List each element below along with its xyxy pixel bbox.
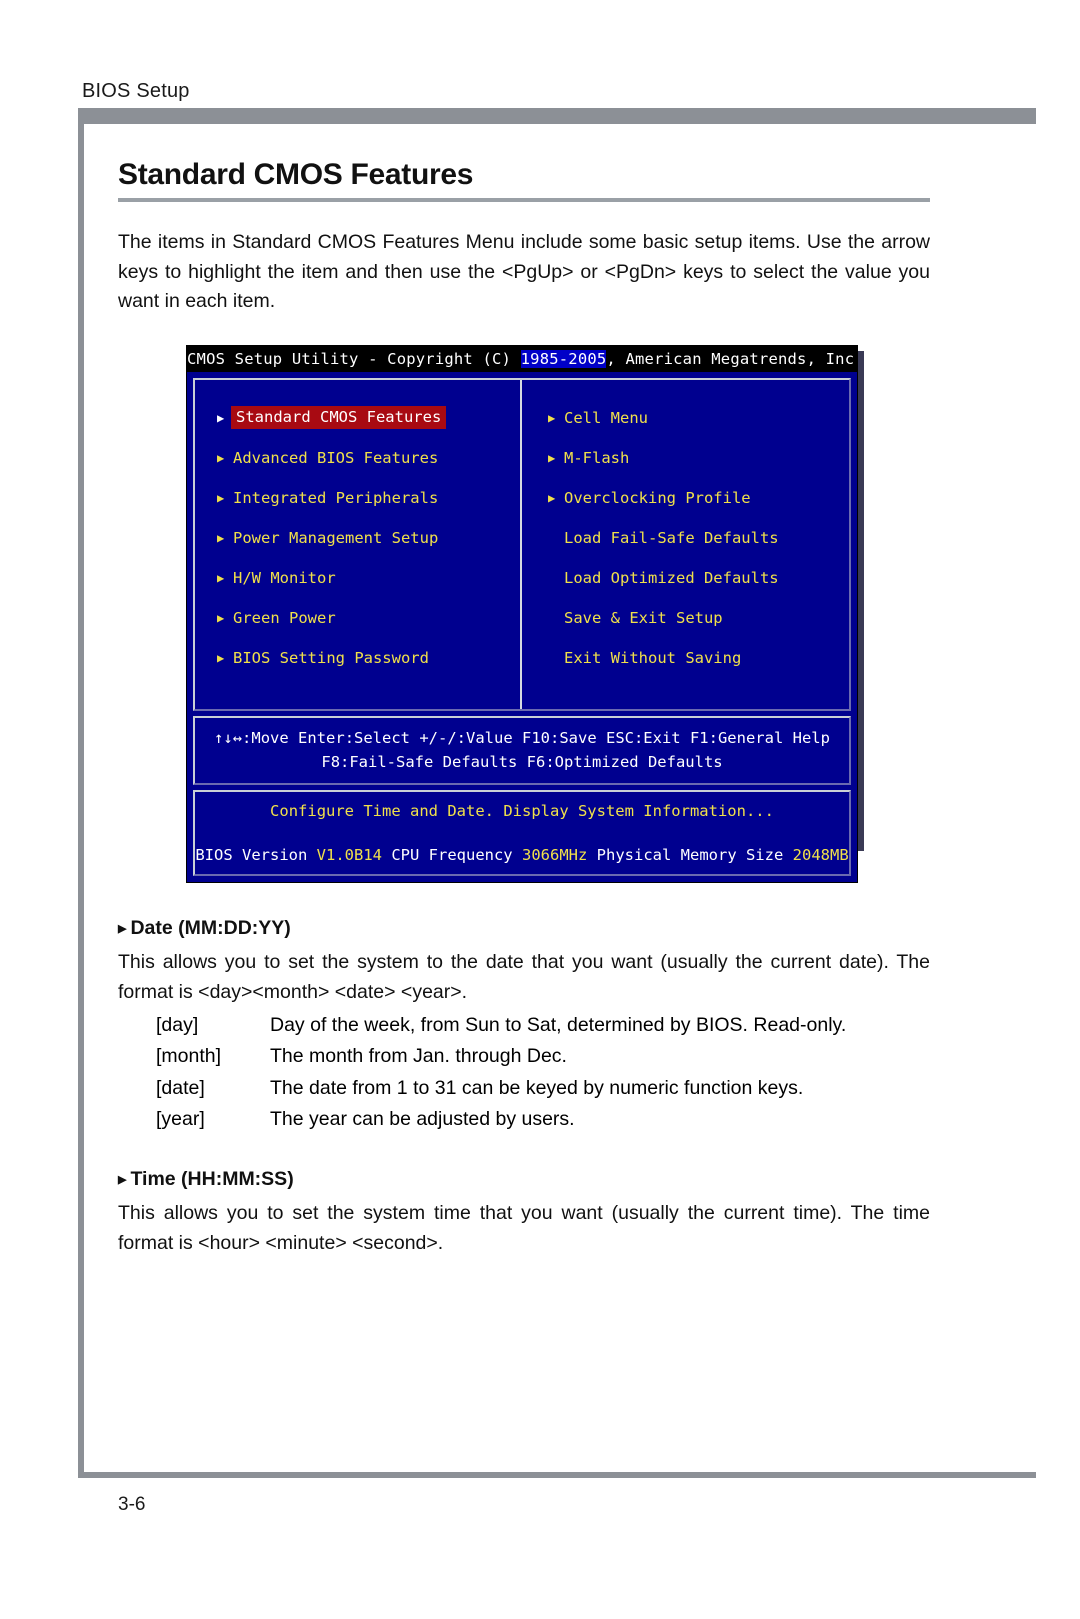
section-heading-text: Time (HH:MM:SS) bbox=[130, 1168, 294, 1191]
triangle-right-icon: ▶ bbox=[217, 570, 225, 585]
section-paragraph: This allows you to set the system time t… bbox=[118, 1202, 930, 1254]
menu-item-indent-spacer: ▶ bbox=[548, 652, 564, 664]
bios-menu-item[interactable]: ▶ Standard CMOS Features bbox=[195, 398, 520, 438]
physical-memory-value: 2048MB bbox=[792, 845, 849, 864]
cpu-frequency-label: CPU Frequency bbox=[391, 845, 513, 864]
bios-menu-box: ▶ Standard CMOS Features ▶ Advanced BIOS Fe… bbox=[193, 377, 851, 711]
bios-menu-item-label: Load Optimized Defaults bbox=[564, 568, 779, 587]
bios-menu-item[interactable]: ▶Exit Without Saving bbox=[522, 638, 849, 678]
bios-menu-item[interactable]: ▶Load Optimized Defaults bbox=[522, 558, 849, 598]
definition-description: The year can be adjusted by users. bbox=[270, 1107, 575, 1130]
triangle-right-icon: ▶ bbox=[217, 650, 225, 665]
bios-body: ▶ Standard CMOS Features ▶ Advanced BIOS Fe… bbox=[187, 371, 857, 882]
bios-menu-item-label: M-Flash bbox=[564, 448, 630, 467]
triangle-right-icon: ▶ bbox=[217, 530, 225, 545]
bios-menu-item-label: Advanced BIOS Features bbox=[233, 448, 439, 467]
bios-menu-left-column: ▶ Standard CMOS Features ▶ Advanced BIOS Fe… bbox=[195, 379, 522, 709]
triangle-right-icon: ▶ bbox=[217, 490, 225, 505]
bios-menu-item-label: Load Fail-Safe Defaults bbox=[564, 528, 779, 547]
menu-item-indent-spacer: ▶ bbox=[548, 532, 564, 544]
folio-page-number: 3-6 bbox=[118, 1494, 146, 1515]
triangle-right-icon: ▶ bbox=[217, 450, 225, 465]
bios-status-box: Configure Time and Date. Display System … bbox=[193, 789, 851, 876]
intro-paragraph: The items in Standard CMOS Features Menu… bbox=[118, 231, 930, 313]
bios-menu-item[interactable]: ▶Save & Exit Setup bbox=[522, 598, 849, 638]
definition-term: [day] bbox=[156, 1014, 199, 1037]
bios-menu-item[interactable]: ▶Load Fail-Safe Defaults bbox=[522, 518, 849, 558]
definition-description: The month from Jan. through Dec. bbox=[270, 1045, 567, 1068]
definition-term: [year] bbox=[156, 1107, 205, 1130]
bios-setup-screen: CMOS Setup Utility - Copyright (C) 1985-… bbox=[186, 344, 858, 883]
section-paragraph: This allows you to set the system to the… bbox=[118, 950, 930, 1003]
page-frame-bottom-bar bbox=[78, 1472, 1036, 1478]
page-content: Standard CMOS Features The items in Stan… bbox=[118, 158, 930, 1258]
bios-version-value: V1.0B14 bbox=[316, 845, 382, 864]
definition-row: [date] The date from 1 to 31 can be keyed… bbox=[118, 1074, 930, 1103]
section-heading: ▶ Date (MM:DD:YY) bbox=[118, 917, 930, 940]
bios-menu-right-column: ▶Cell Menu▶M-Flash▶Overclocking Profile▶… bbox=[522, 380, 849, 709]
bios-menu-item[interactable]: ▶ Power Management Setup bbox=[195, 518, 520, 558]
bios-menu-item-label: Green Power bbox=[233, 608, 336, 627]
bios-menu-item-label: Integrated Peripherals bbox=[233, 488, 439, 507]
triangle-right-icon: ▶ bbox=[548, 490, 556, 505]
bios-menu-item-label: Cell Menu bbox=[564, 408, 648, 427]
definition-row: [day] Day of the week, from Sun to Sat, d… bbox=[118, 1011, 930, 1040]
bios-status-line: Configure Time and Date. Display System … bbox=[270, 801, 774, 820]
section-heading-text: Date (MM:DD:YY) bbox=[130, 916, 291, 939]
bios-keyhelp-line-2: F8:Fail-Safe Defaults F6:Optimized Defau… bbox=[321, 752, 723, 771]
section-heading: ▶ Time (HH:MM:SS) bbox=[118, 1168, 930, 1191]
bios-version-label: BIOS Version bbox=[195, 845, 308, 864]
bios-menu-item[interactable]: ▶ Advanced BIOS Features bbox=[195, 438, 520, 478]
triangle-right-icon: ▶ bbox=[548, 450, 556, 465]
bios-menu-item[interactable]: ▶ Overclocking Profile bbox=[522, 478, 849, 518]
running-head: BIOS Setup bbox=[82, 80, 190, 102]
page-title: Standard CMOS Features bbox=[118, 158, 474, 191]
bios-screenshot-figure: CMOS Setup Utility - Copyright (C) 1985-… bbox=[186, 344, 864, 883]
page-title-rule bbox=[118, 198, 930, 202]
definition-row: [year] The year can be adjusted by users. bbox=[118, 1105, 930, 1134]
definition-term: [date] bbox=[156, 1076, 205, 1099]
bios-menu-item[interactable]: ▶ Green Power bbox=[195, 598, 520, 638]
bios-menu-item-label: BIOS Setting Password bbox=[233, 648, 429, 667]
bios-menu-item-label: Standard CMOS Features bbox=[231, 406, 447, 430]
triangle-right-icon: ▶ bbox=[118, 922, 127, 935]
bios-menu-item-label: Save & Exit Setup bbox=[564, 608, 723, 627]
definition-term: [month] bbox=[156, 1045, 222, 1068]
bios-menu-item[interactable]: ▶ BIOS Setting Password bbox=[195, 638, 520, 678]
bios-titlebar: CMOS Setup Utility - Copyright (C) 1985-… bbox=[187, 345, 857, 372]
bios-menu-item[interactable]: ▶ Cell Menu bbox=[522, 398, 849, 438]
sections-host: ▶ Date (MM:DD:YY) This allows you to set t… bbox=[118, 917, 930, 1259]
bios-keyhelp-box: ↑↓↔:Move Enter:Select +/-/:Value F10:Sav… bbox=[193, 715, 851, 785]
bios-titlebar-copyright-years: 1985-2005 bbox=[520, 349, 607, 368]
bios-menu-item-label: Overclocking Profile bbox=[564, 488, 751, 507]
triangle-right-icon: ▶ bbox=[118, 1174, 127, 1187]
definition-description: The date from 1 to 31 can be keyed by nu… bbox=[270, 1076, 804, 1099]
definition-row: [month] The month from Jan. through Dec. bbox=[118, 1042, 930, 1071]
menu-item-indent-spacer: ▶ bbox=[548, 612, 564, 624]
triangle-right-icon: ▶ bbox=[548, 410, 556, 425]
bios-menu-item-label: H/W Monitor bbox=[233, 568, 336, 587]
menu-item-indent-spacer: ▶ bbox=[548, 572, 564, 584]
bios-titlebar-prefix: CMOS Setup Utility - Copyright (C) bbox=[187, 349, 521, 368]
bios-menu-item-label: Power Management Setup bbox=[233, 528, 439, 547]
definition-description: Day of the week, from Sun to Sat, determ… bbox=[270, 1014, 847, 1037]
physical-memory-label: Physical Memory Size bbox=[596, 845, 784, 864]
bios-menu-item[interactable]: ▶ M-Flash bbox=[522, 438, 849, 478]
page-frame-left-rule bbox=[78, 108, 84, 1478]
bios-titlebar-suffix: , American Megatrends, Inc. bbox=[606, 349, 857, 368]
bios-menu-item-label: Exit Without Saving bbox=[564, 648, 742, 667]
page-frame-top-bar bbox=[84, 108, 1036, 124]
definition-list: [day] Day of the week, from Sun to Sat, d… bbox=[118, 1011, 930, 1134]
bios-version-line: BIOS Version V1.0B14 CPU Frequency 3066M… bbox=[195, 846, 849, 866]
cpu-frequency-value: 3066MHz bbox=[522, 845, 588, 864]
bios-menu-item[interactable]: ▶ H/W Monitor bbox=[195, 558, 520, 598]
bios-keyhelp-line-1: ↑↓↔:Move Enter:Select +/-/:Value F10:Sav… bbox=[214, 728, 830, 747]
bios-menu-item[interactable]: ▶ Integrated Peripherals bbox=[195, 478, 520, 518]
triangle-right-icon: ▶ bbox=[217, 610, 225, 625]
